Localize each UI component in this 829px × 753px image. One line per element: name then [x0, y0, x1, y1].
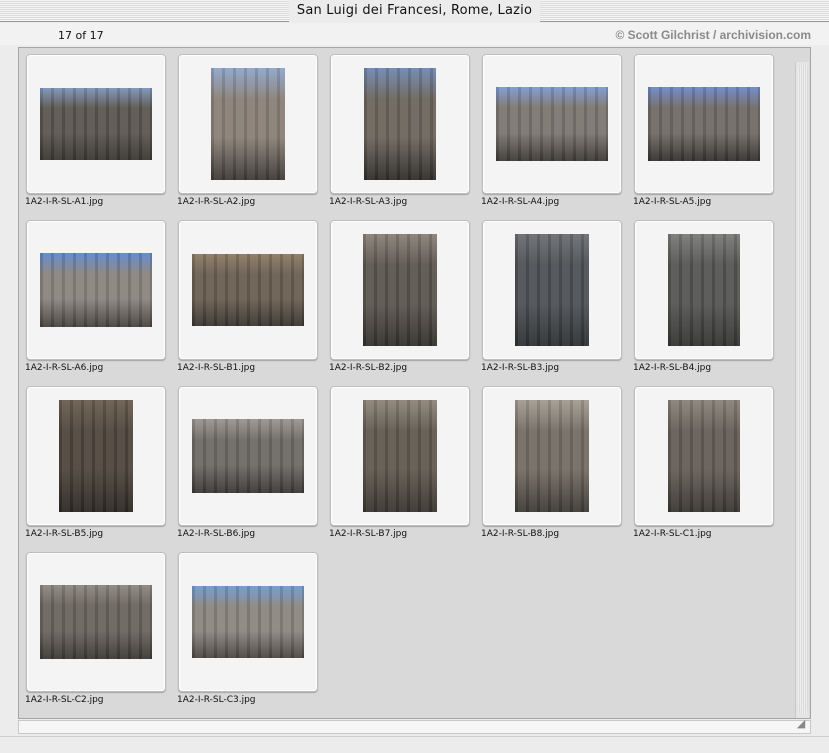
slide-mount[interactable]	[26, 54, 166, 194]
thumbnail-pane: 1A2-I-R-SL-A1.jpg 1A2-I-R-SL-A2.jpg 1A2-I-…	[18, 47, 811, 719]
copyright-notice: © Scott Gilchrist / archivision.com	[615, 28, 811, 42]
slide-mount[interactable]	[26, 220, 166, 360]
church-facade-photo	[211, 68, 285, 180]
slide-mount[interactable]	[482, 54, 622, 194]
slide-mount[interactable]	[634, 386, 774, 526]
church-facade-photo	[40, 88, 152, 160]
pediment-photo	[192, 586, 304, 658]
thumbnail-item[interactable]: 1A2-I-R-SL-A3.jpg	[329, 54, 481, 220]
thumbnail-item[interactable]: 1A2-I-R-SL-C3.jpg	[177, 552, 329, 718]
relief-medallion-photo	[59, 400, 133, 512]
resize-grip-icon[interactable]: ◢	[794, 717, 808, 731]
thumbnail-filename: 1A2-I-R-SL-A2.jpg	[177, 197, 256, 207]
thumbnail-filename: 1A2-I-R-SL-A6.jpg	[25, 363, 104, 373]
statue-niche-photo	[515, 400, 589, 512]
thumbnail-filename: 1A2-I-R-SL-B3.jpg	[481, 363, 560, 373]
thumbnail-filename: 1A2-I-R-SL-C2.jpg	[25, 695, 104, 705]
church-facade-photo	[40, 253, 152, 327]
thumbnail-item[interactable]: 1A2-I-R-SL-A2.jpg	[177, 54, 329, 220]
thumbnail-filename: 1A2-I-R-SL-B4.jpg	[633, 363, 712, 373]
slide-mount[interactable]	[482, 386, 622, 526]
thumbnail-item[interactable]: 1A2-I-R-SL-B2.jpg	[329, 220, 481, 386]
thumbnail-item[interactable]: 1A2-I-R-SL-B7.jpg	[329, 386, 481, 552]
thumbnail-item[interactable]: 1A2-I-R-SL-B6.jpg	[177, 386, 329, 552]
statue-niche-photo	[515, 234, 589, 346]
thumbnail-item[interactable]: 1A2-I-R-SL-B1.jpg	[177, 220, 329, 386]
window-title: San Luigi dei Francesi, Rome, Lazio	[288, 0, 541, 22]
window-detail-photo	[40, 585, 152, 659]
vertical-scrollbar[interactable]	[795, 62, 809, 718]
church-facade-photo	[648, 87, 760, 161]
church-facade-photo	[363, 234, 437, 346]
window-bottom-bar	[0, 736, 829, 753]
slide-mount[interactable]	[178, 220, 318, 360]
church-facade-photo	[364, 68, 436, 180]
thumbnail-filename: 1A2-I-R-SL-B8.jpg	[481, 529, 560, 539]
info-bar: 17 of 17 © Scott Gilchrist / archivision…	[0, 23, 829, 45]
thumbnail-item[interactable]: 1A2-I-R-SL-A1.jpg	[25, 54, 177, 220]
window-title-bar[interactable]: San Luigi dei Francesi, Rome, Lazio	[0, 0, 829, 22]
thumbnail-filename: 1A2-I-R-SL-C1.jpg	[633, 529, 712, 539]
slide-mount[interactable]	[178, 386, 318, 526]
thumbnail-filename: 1A2-I-R-SL-B7.jpg	[329, 529, 408, 539]
relief-salamander-photo	[192, 419, 304, 493]
slide-mount[interactable]	[634, 220, 774, 360]
statue-niche-photo	[668, 234, 740, 346]
thumbnail-item[interactable]: 1A2-I-R-SL-C1.jpg	[633, 386, 785, 552]
thumbnail-item[interactable]: 1A2-I-R-SL-B5.jpg	[25, 386, 177, 552]
slide-mount[interactable]	[330, 220, 470, 360]
slide-mount[interactable]	[330, 54, 470, 194]
thumbnail-item[interactable]: 1A2-I-R-SL-B8.jpg	[481, 386, 633, 552]
thumbnail-item[interactable]: 1A2-I-R-SL-A6.jpg	[25, 220, 177, 386]
thumbnail-filename: 1A2-I-R-SL-A4.jpg	[481, 197, 560, 207]
image-counter: 17 of 17	[58, 29, 104, 42]
slide-mount[interactable]	[178, 552, 318, 692]
thumbnail-item[interactable]: 1A2-I-R-SL-C2.jpg	[25, 552, 177, 718]
thumbnail-filename: 1A2-I-R-SL-B5.jpg	[25, 529, 104, 539]
thumbnail-filename: 1A2-I-R-SL-B2.jpg	[329, 363, 408, 373]
slide-mount[interactable]	[634, 54, 774, 194]
thumbnail-grid: 1A2-I-R-SL-A1.jpg 1A2-I-R-SL-A2.jpg 1A2-I-…	[25, 54, 785, 714]
church-facade-photo	[192, 254, 304, 326]
thumbnail-filename: 1A2-I-R-SL-B1.jpg	[177, 363, 256, 373]
thumbnail-item[interactable]: 1A2-I-R-SL-B4.jpg	[633, 220, 785, 386]
thumbnail-filename: 1A2-I-R-SL-A5.jpg	[633, 197, 712, 207]
slide-mount[interactable]	[26, 386, 166, 526]
slide-mount[interactable]	[482, 220, 622, 360]
thumbnail-filename: 1A2-I-R-SL-C3.jpg	[177, 695, 256, 705]
horizontal-scrollbar[interactable]: ◢	[18, 717, 811, 734]
slide-mount[interactable]	[178, 54, 318, 194]
slide-mount[interactable]	[330, 386, 470, 526]
thumbnail-filename: 1A2-I-R-SL-A1.jpg	[25, 197, 104, 207]
thumbnail-item[interactable]: 1A2-I-R-SL-A4.jpg	[481, 54, 633, 220]
statue-niche-photo	[668, 400, 740, 512]
church-facade-photo	[496, 87, 608, 161]
thumbnail-item[interactable]: 1A2-I-R-SL-A5.jpg	[633, 54, 785, 220]
statue-niche-photo	[363, 400, 437, 512]
slide-mount[interactable]	[26, 552, 166, 692]
thumbnail-filename: 1A2-I-R-SL-A3.jpg	[329, 197, 408, 207]
thumbnail-item[interactable]: 1A2-I-R-SL-B3.jpg	[481, 220, 633, 386]
thumbnail-filename: 1A2-I-R-SL-B6.jpg	[177, 529, 256, 539]
scroll-track[interactable]	[798, 64, 808, 714]
